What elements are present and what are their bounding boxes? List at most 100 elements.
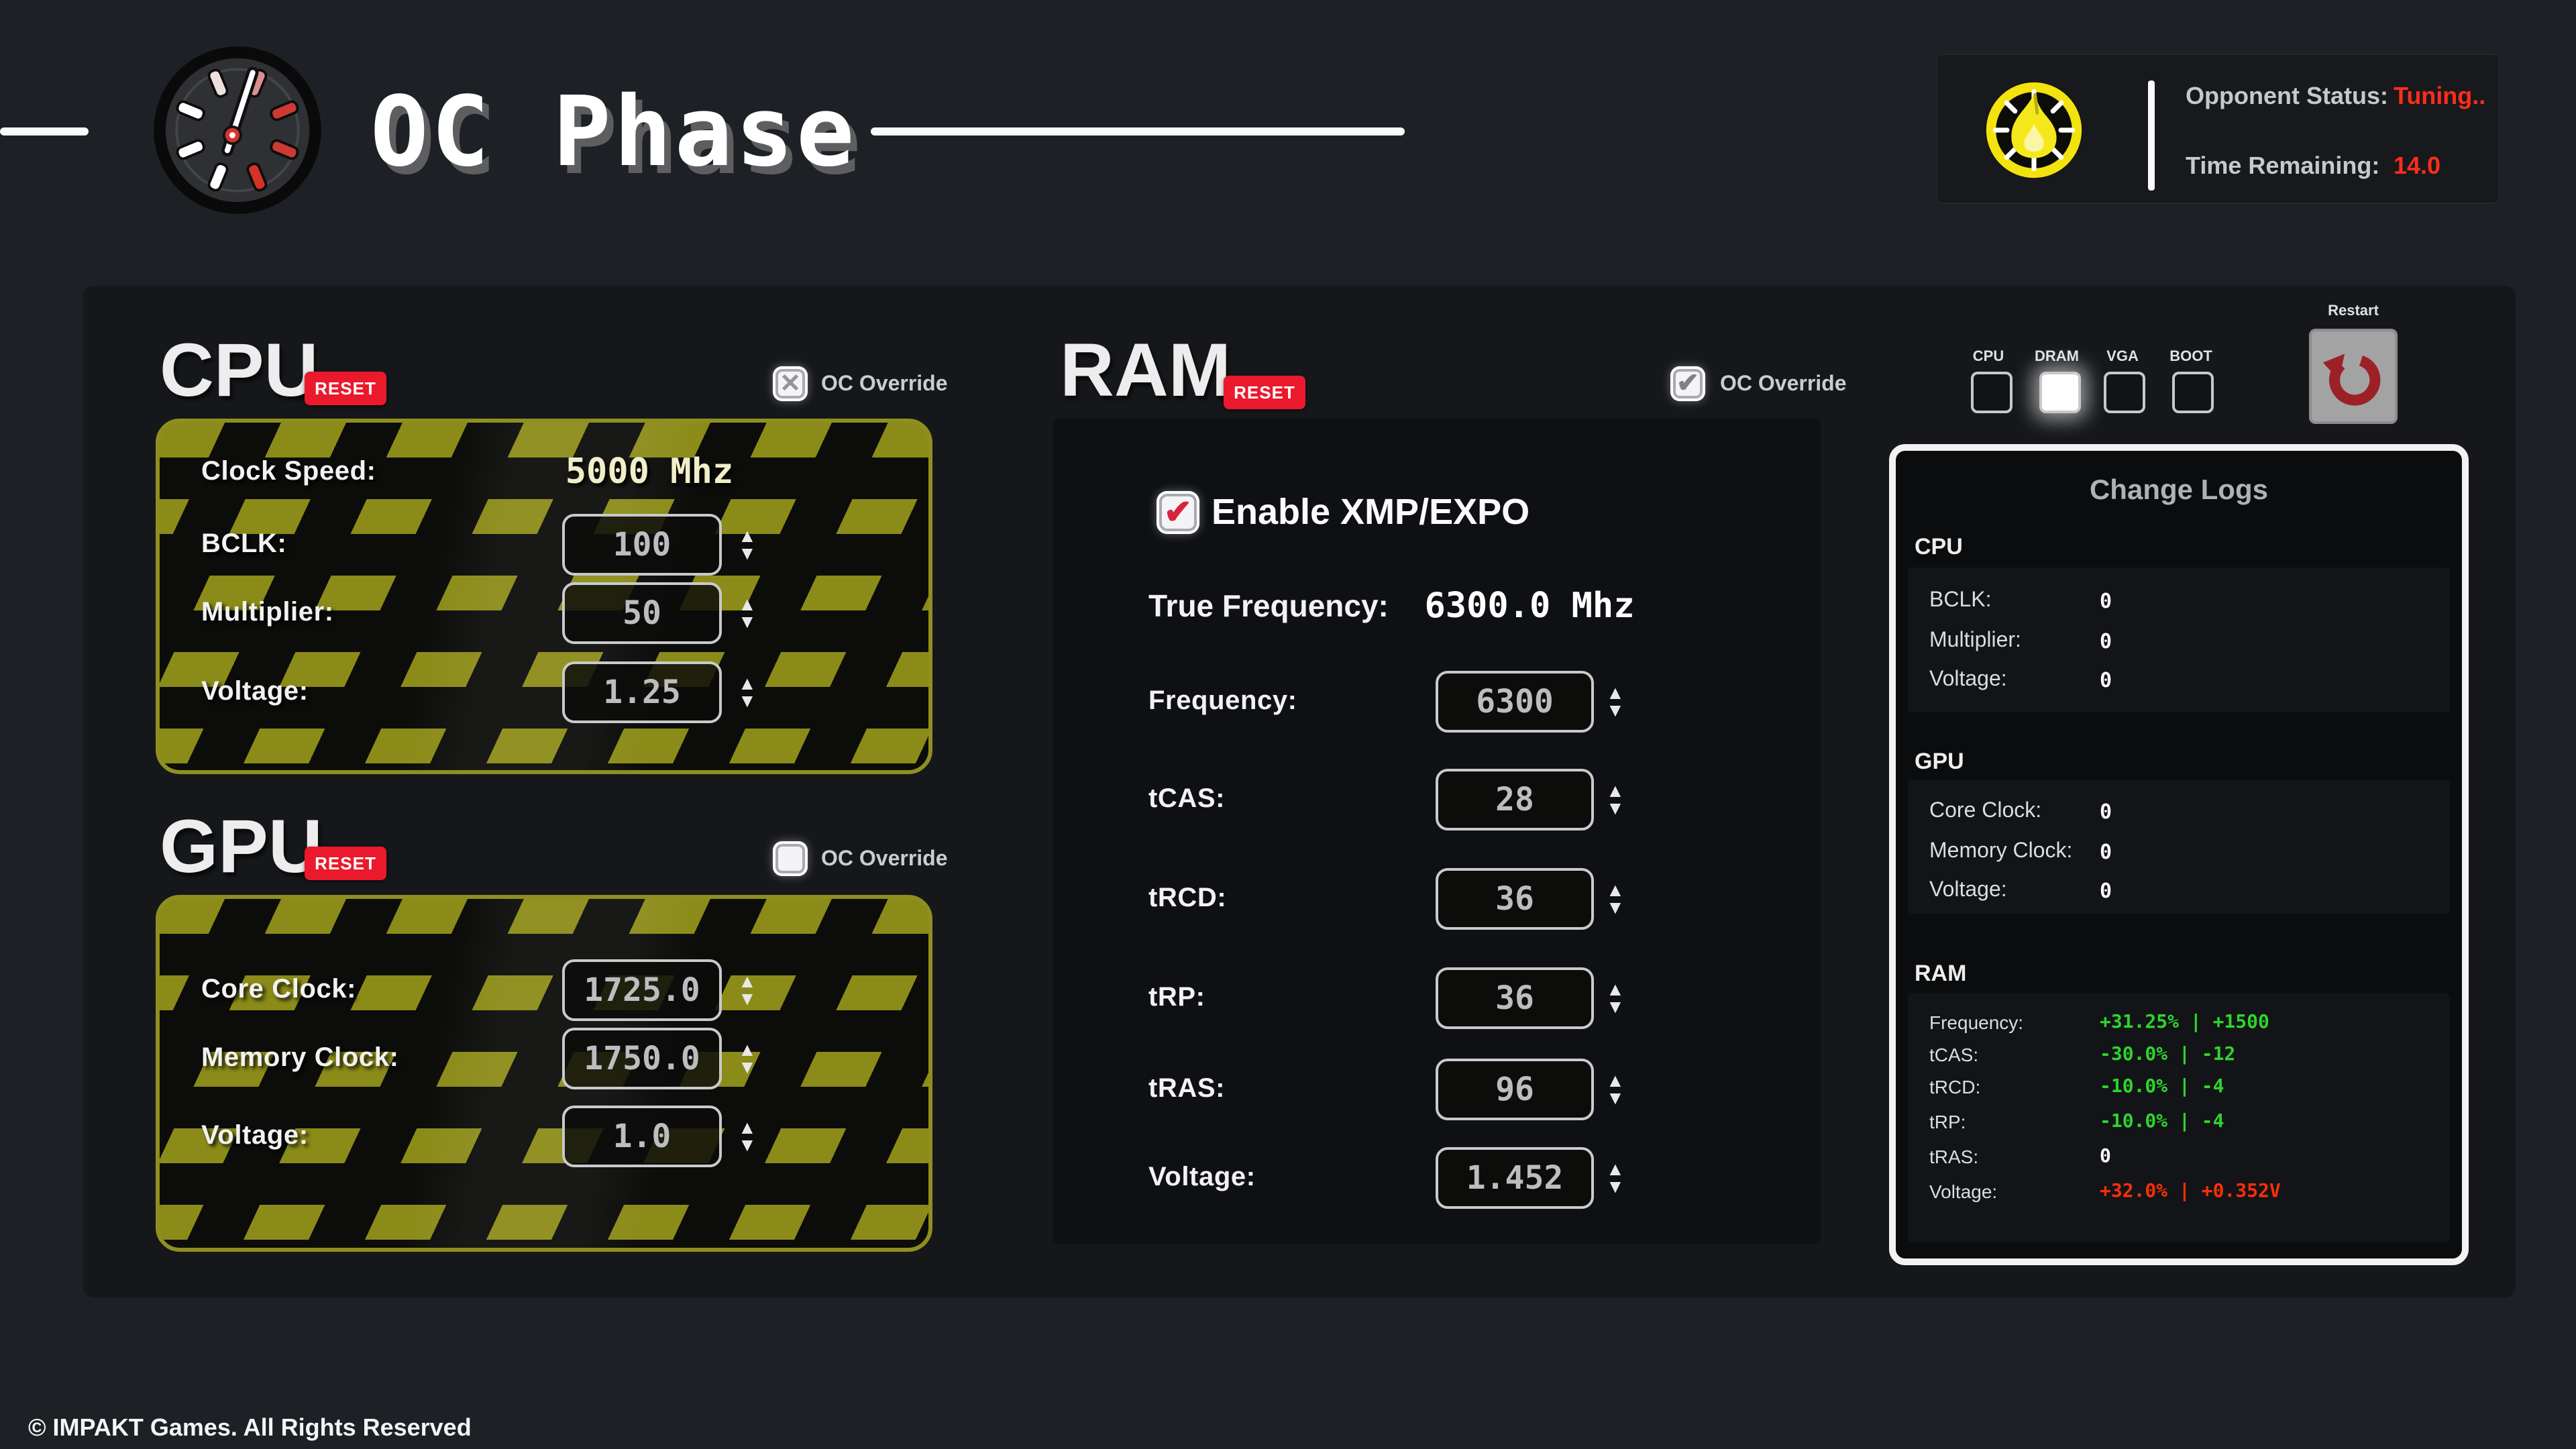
spin-down-icon[interactable] — [738, 614, 757, 629]
spin-down-icon[interactable] — [1606, 703, 1625, 718]
cpu-oc-override-checkbox[interactable]: ✕ — [773, 366, 808, 401]
gpu-panel: Core Clock: 1725.0 Memory Clock: 1750.0 … — [156, 895, 932, 1252]
field-label: Clock Speed: — [201, 457, 376, 488]
spin-up-icon[interactable] — [1606, 982, 1625, 997]
log-label: tRAS: — [1929, 1146, 1978, 1167]
ram-frequency-input[interactable]: 6300 — [1436, 671, 1594, 733]
spin-down-icon[interactable] — [738, 546, 757, 561]
log-value: 0 — [2100, 879, 2112, 903]
field-value: 1.25 — [603, 674, 681, 711]
restart-button[interactable] — [2309, 329, 2398, 424]
field-label: tRP: — [1148, 983, 1205, 1014]
ram-trcd-input[interactable]: 36 — [1436, 868, 1594, 930]
spin-up-icon[interactable] — [1606, 883, 1625, 898]
spin-down-icon[interactable] — [1606, 1091, 1625, 1106]
spin-up-icon[interactable] — [1606, 784, 1625, 798]
opponent-status-panel: Opponent Status: Tuning.. Time Remaining… — [1936, 54, 2500, 204]
led-label-cpu: CPU — [1973, 349, 2004, 365]
time-remaining-value: 14.0 — [2394, 152, 2440, 180]
spin-up-icon[interactable] — [738, 974, 757, 989]
field-value: 100 — [613, 526, 672, 564]
cpu-bclk-stepper — [738, 529, 757, 561]
led-label-vga: VGA — [2106, 349, 2139, 365]
cpu-multiplier-stepper — [738, 597, 757, 629]
opponent-status-value: Tuning.. — [2394, 83, 2485, 111]
boot-led — [2172, 372, 2214, 413]
gpu-oc-override-label: OC Override — [821, 848, 948, 872]
ram-voltage-input[interactable]: 1.452 — [1436, 1147, 1594, 1209]
spin-down-icon[interactable] — [1606, 1179, 1625, 1194]
log-value: -30.0% | -12 — [2100, 1044, 2235, 1065]
vga-led — [2104, 372, 2145, 413]
cpu-multiplier-input[interactable]: 50 — [562, 582, 722, 644]
field-label: Multiplier: — [201, 598, 334, 629]
log-value: 0 — [2100, 629, 2112, 653]
spin-down-icon[interactable] — [738, 991, 757, 1006]
log-value: +32.0% | +0.352V — [2100, 1181, 2281, 1202]
field-label: Core Clock: — [201, 975, 356, 1006]
field-value: 28 — [1495, 781, 1534, 818]
ram-trp-input[interactable]: 36 — [1436, 967, 1594, 1029]
page-title: OC Phase — [370, 75, 857, 188]
header-line-right — [871, 127, 1405, 136]
ram-tcas-stepper — [1606, 784, 1625, 816]
gpu-memory-clock-stepper — [738, 1042, 757, 1075]
spin-up-icon[interactable] — [738, 676, 757, 691]
log-value: 0 — [2100, 1146, 2111, 1167]
cpu-section-title: CPU — [160, 333, 318, 408]
field-label: tRAS: — [1148, 1074, 1225, 1105]
log-block-ram: Frequency: +31.25% | +1500 tCAS: -30.0% … — [1908, 993, 2450, 1242]
spin-up-icon[interactable] — [738, 529, 757, 543]
opponent-status-label: Opponent Status: — [2186, 83, 2388, 111]
spin-up-icon[interactable] — [738, 1042, 757, 1057]
ram-trp-stepper — [1606, 982, 1625, 1014]
oc-phase-screen: OC Phase Opponent Status: Tuning.. Time … — [0, 0, 2576, 1449]
log-value: 0 — [2100, 668, 2112, 692]
cpu-reset-button[interactable]: RESET — [305, 372, 386, 405]
log-value: -10.0% | -4 — [2100, 1111, 2224, 1132]
spin-up-icon[interactable] — [1606, 1073, 1625, 1088]
field-label: Voltage: — [201, 677, 309, 708]
spin-down-icon[interactable] — [1606, 801, 1625, 816]
ram-oc-override-checkbox[interactable]: ✔ — [1670, 366, 1705, 401]
ram-fields: Frequency: 6300 tCAS: 28 tRCD: 36 — [1053, 419, 1821, 1244]
gpu-core-clock-stepper — [738, 974, 757, 1006]
spin-down-icon[interactable] — [738, 1060, 757, 1075]
log-value: +31.25% | +1500 — [2100, 1012, 2269, 1033]
gpu-memory-clock-input[interactable]: 1750.0 — [562, 1028, 722, 1089]
ram-section-title: RAM — [1060, 333, 1231, 408]
spin-up-icon[interactable] — [738, 1120, 757, 1135]
status-divider — [2148, 80, 2155, 191]
ram-trcd-stepper — [1606, 883, 1625, 915]
ram-tcas-input[interactable]: 28 — [1436, 769, 1594, 830]
copyright-text: © IMPAKT Games. All Rights Reserved — [28, 1414, 472, 1442]
cpu-voltage-input[interactable]: 1.25 — [562, 661, 722, 723]
spin-down-icon[interactable] — [738, 1138, 757, 1152]
spin-down-icon[interactable] — [738, 694, 757, 708]
spin-up-icon[interactable] — [1606, 686, 1625, 700]
field-value: 1750.0 — [584, 1040, 700, 1077]
field-label: Frequency: — [1148, 686, 1297, 717]
ram-tras-input[interactable]: 96 — [1436, 1059, 1594, 1120]
gpu-voltage-input[interactable]: 1.0 — [562, 1106, 722, 1167]
gpu-reset-button[interactable]: RESET — [305, 847, 386, 880]
log-label: Voltage: — [1929, 879, 2007, 903]
cpu-oc-override-label: OC Override — [821, 373, 948, 397]
cpu-bclk-input[interactable]: 100 — [562, 514, 722, 576]
spin-up-icon[interactable] — [738, 597, 757, 612]
log-label: BCLK: — [1929, 589, 1992, 613]
field-value: 1725.0 — [584, 971, 700, 1009]
spin-down-icon[interactable] — [1606, 1000, 1625, 1014]
spin-down-icon[interactable] — [1606, 900, 1625, 915]
led-label-boot: BOOT — [2169, 349, 2212, 365]
gpu-core-clock-input[interactable]: 1725.0 — [562, 959, 722, 1021]
change-logs-panel: Change Logs CPU BCLK: 0 Multiplier: 0 Vo… — [1889, 444, 2469, 1265]
led-label-dram: DRAM — [2035, 349, 2079, 365]
gpu-oc-override-checkbox[interactable] — [773, 841, 808, 876]
ram-reset-button[interactable]: RESET — [1224, 376, 1305, 409]
field-value: 1.452 — [1466, 1159, 1564, 1197]
log-label: Core Clock: — [1929, 800, 2041, 824]
field-value: 50 — [623, 594, 661, 632]
cpu-clock-speed-value: 5000 Mhz — [535, 452, 763, 492]
spin-up-icon[interactable] — [1606, 1162, 1625, 1177]
